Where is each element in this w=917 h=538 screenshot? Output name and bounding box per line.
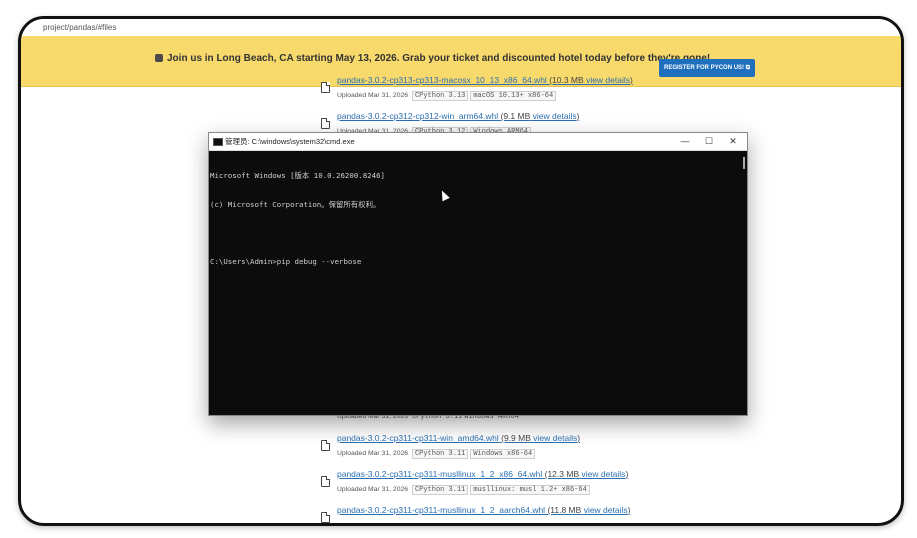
upload-meta: Uploaded Mar 31, 2026 CPython 3.13 macOS …: [337, 91, 557, 101]
platform-tag: macOS 10.13+ x86-64: [470, 91, 557, 101]
minimize-button[interactable]: —: [673, 134, 697, 149]
python-tag: CPython 3.11: [411, 449, 469, 459]
paren: ): [627, 505, 631, 515]
platform-tag: musllinux: musl 1.2+ x86-64: [470, 485, 590, 495]
paren: ): [630, 75, 633, 85]
terminal-icon: [213, 138, 223, 146]
ticket-icon: [155, 54, 163, 62]
file-icon: [321, 512, 330, 523]
view-details-link[interactable]: view details: [582, 469, 626, 479]
file-link[interactable]: pandas-3.0.2-cp313-cp313-macosx_10_13_x8…: [337, 75, 547, 85]
file-icon: [321, 476, 330, 487]
register-pycon-button[interactable]: REGISTER FOR PYCON US! ⧉: [659, 59, 755, 77]
file-link[interactable]: pandas-3.0.2-cp311-cp311-win_amd64.whl: [337, 433, 499, 443]
upload-date: Uploaded Mar 31, 2026: [337, 92, 409, 99]
console-line: Microsoft Windows [版本 10.0.26200.8246]: [210, 171, 385, 180]
url-text: project/pandas/#files: [43, 23, 117, 32]
view-details-link[interactable]: view details: [584, 505, 628, 515]
upload-meta: Uploaded Mar 31, 2026 CPython 3.11 Window…: [337, 449, 536, 459]
view-details-link[interactable]: view details: [533, 433, 577, 443]
console-output[interactable]: Microsoft Windows [版本 10.0.26200.8246] (…: [210, 151, 739, 415]
scrollbar-thumb[interactable]: [743, 157, 745, 169]
screen-frame: project/pandas/#files Join us in Long Be…: [18, 16, 904, 526]
file-icon: [321, 82, 330, 93]
python-tag: CPython 3.11: [411, 485, 469, 495]
file-size: (11.8 MB: [547, 505, 582, 515]
console-line: (c) Microsoft Corporation。保留所有权利。: [210, 199, 381, 209]
close-button[interactable]: ✕: [721, 134, 745, 149]
platform-tag: Windows x86-64: [470, 449, 536, 459]
file-icon: [321, 440, 330, 451]
address-bar[interactable]: project/pandas/#files: [21, 19, 901, 36]
file-size: (9.1 MB: [500, 111, 531, 121]
file-link[interactable]: pandas-3.0.2-cp311-cp311-musllinux_1_2_x…: [337, 469, 542, 479]
python-tag: CPython 3.13: [411, 91, 469, 101]
upload-date: Uploaded Mar 31, 2026: [337, 486, 409, 493]
cmd-window[interactable]: 管理员: C:\windows\system32\cmd.exe — ☐ ✕ M…: [208, 132, 748, 416]
view-details-link[interactable]: view details: [533, 111, 577, 121]
file-icon: [321, 118, 330, 129]
file-link[interactable]: pandas-3.0.2-cp312-cp312-win_arm64.whl: [337, 111, 498, 121]
file-link[interactable]: pandas-3.0.2-cp311-cp311-musllinux_1_2_a…: [337, 505, 545, 515]
paren: ): [577, 433, 581, 443]
file-size: (12.3 MB: [544, 469, 580, 479]
view-details-link[interactable]: view details: [586, 75, 630, 85]
cmd-titlebar[interactable]: 管理员: C:\windows\system32\cmd.exe — ☐ ✕: [209, 133, 747, 151]
maximize-button[interactable]: ☐: [697, 134, 721, 149]
cmd-title: 管理员: C:\windows\system32\cmd.exe: [225, 137, 355, 146]
paren: ): [625, 469, 629, 479]
file-size: (9.9 MB: [501, 433, 531, 443]
banner-text: Join us in Long Beach, CA starting May 1…: [167, 53, 711, 64]
upload-date: Uploaded Mar 31, 2026: [337, 450, 409, 457]
upload-meta: Uploaded Mar 31, 2026 CPython 3.11 muslli…: [337, 485, 590, 495]
console-line: C:\Users\Admin>pip debug --verbose: [210, 256, 362, 266]
file-size: (10.3 MB: [549, 75, 584, 85]
paren: ): [576, 111, 580, 121]
banner-message: Join us in Long Beach, CA starting May 1…: [155, 53, 710, 64]
